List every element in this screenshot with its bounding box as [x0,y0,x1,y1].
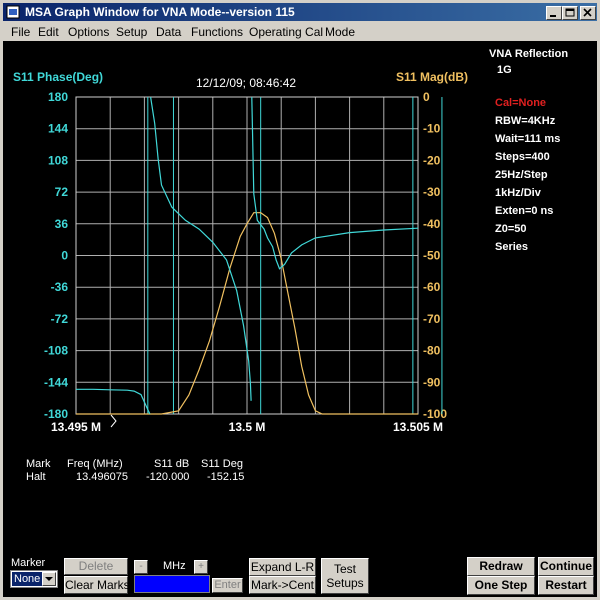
enter-button[interactable]: Enter [212,578,243,593]
clear-marks-button[interactable]: Clear Marks [64,576,130,594]
x-tick-label: 13.5 M [229,420,266,434]
menu-bar: File Edit Options Setup Data Functions O… [3,22,597,41]
title-bar[interactable]: MSA Graph Window for VNA Mode--version 1… [3,3,597,21]
expand-lr-button[interactable]: Expand L-R [249,558,316,576]
col-freq: Freq (MHz) [67,458,123,470]
one-step-button[interactable]: One Step [467,576,535,595]
right-axis-ticks: 0 -10 -20 -30 -40 -50 -60 -70 -80 -90 -100 [423,90,447,421]
menu-functions[interactable]: Functions [191,25,243,39]
left-tick-label: -72 [51,312,69,326]
plus-button[interactable]: + [194,560,208,574]
x-tick-label: 13.495 M [51,420,101,434]
close-button[interactable] [580,6,596,20]
marker-dropdown-button[interactable] [42,572,56,586]
right-tick-label: -50 [423,249,441,263]
delete-button[interactable]: Delete [64,558,128,575]
info-z0: Z0=50 [495,223,527,235]
close-icon [583,8,592,17]
minimize-icon [550,15,556,17]
col-s11db: S11 dB [154,458,190,470]
menu-file[interactable]: File [11,25,30,39]
info-title: VNA Reflection [489,48,569,60]
maximize-button[interactable] [562,6,578,20]
test-setups-label-2: Setups [326,576,364,590]
info-cal: Cal=None [495,97,547,109]
right-tick-label: 0 [423,90,430,104]
x-tick-label: 13.505 M [393,420,443,434]
left-tick-label: 72 [55,185,69,199]
mark-cent-button[interactable]: Mark->Cent [249,576,316,594]
left-tick-label: -36 [51,280,69,294]
minus-button[interactable]: - [134,560,148,574]
right-tick-label: -60 [423,280,441,294]
info-exten: Exten=0 ns [495,205,554,217]
left-tick-label: -144 [44,375,68,389]
info-wait: Wait=111 ms [495,133,561,145]
continue-button[interactable]: Continue [537,556,595,577]
left-tick-label: -108 [44,344,68,358]
left-axis-title: S11 Phase(Deg) [13,70,103,84]
row-freq: 13.496075 [76,471,128,483]
right-tick-label: -90 [423,375,441,389]
left-tick-label: 180 [48,90,68,104]
left-tick-label: 108 [48,153,68,167]
window-title: MSA Graph Window for VNA Mode--version 1… [25,5,295,19]
test-setups-label-1: Test [333,562,356,576]
right-tick-label: -100 [423,407,447,421]
menu-mode[interactable]: Mode [325,25,355,39]
col-mark: Mark [26,458,51,470]
menu-edit[interactable]: Edit [38,25,59,39]
right-axis-title: S11 Mag(dB) [396,70,468,84]
info-hz-step: 25Hz/Step [495,169,548,181]
test-setups-button[interactable]: Test Setups [321,558,369,594]
info-steps: Steps=400 [495,151,550,163]
minimize-button[interactable] [546,6,562,20]
row-s11db: -120.000 [146,471,190,483]
control-bar: Marker None Delete Clear Marks - MHz + E… [3,555,597,597]
marker-select[interactable]: None [10,570,58,588]
left-tick-label: 36 [55,217,69,231]
mhz-input[interactable] [134,575,210,593]
col-s11deg: S11 Deg [201,458,243,470]
plot-grid [75,96,419,415]
menu-data[interactable]: Data [156,25,181,39]
right-tick-label: -80 [423,344,441,358]
info-series: Series [495,241,529,253]
marker-select-value: None [12,572,42,586]
left-tick-label: -180 [44,407,68,421]
right-tick-label: -10 [423,122,441,136]
left-tick-label: 0 [61,249,68,263]
maximize-icon [565,8,575,17]
timestamp: 12/12/09; 08:46:42 [196,76,296,90]
x-axis-ticks: 13.495 M 13.5 M 13.505 M [51,420,443,434]
right-tick-label: -70 [423,312,441,326]
menu-options[interactable]: Options [68,25,109,39]
right-tick-label: -20 [423,153,441,167]
restart-button[interactable]: Restart [538,576,594,595]
info-sub: 1G [497,64,512,76]
left-tick-label: 144 [48,122,68,136]
app-icon [6,5,20,19]
redraw-button[interactable]: Redraw [467,557,535,576]
menu-operating-cal[interactable]: Operating Cal [249,25,323,39]
info-khz-div: 1kHz/Div [495,187,541,199]
info-rbw: RBW=4KHz [495,115,556,127]
left-axis-ticks: 180 144 108 72 36 0 -36 -72 -108 -144 -180 [44,90,68,421]
chevron-down-icon [45,577,53,581]
menu-setup[interactable]: Setup [116,25,147,39]
right-tick-label: -30 [423,185,441,199]
msa-graph-window: MSA Graph Window for VNA Mode--version 1… [0,0,600,600]
mhz-label: MHz [163,560,186,572]
right-tick-label: -40 [423,217,441,231]
row-mark: Halt [26,471,46,483]
marker-label: Marker [11,557,46,569]
halt-marker-icon [110,414,117,428]
row-s11deg: -152.15 [207,471,245,483]
